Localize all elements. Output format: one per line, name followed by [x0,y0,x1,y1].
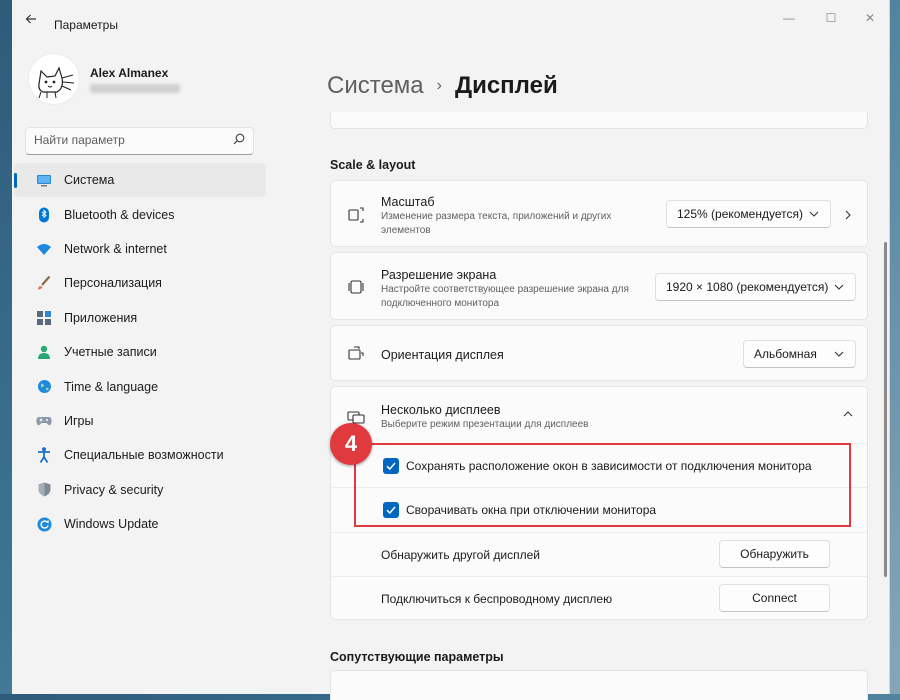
scale-layout-heading: Scale & layout [330,158,416,172]
divider [331,576,867,577]
sidebar-nav: Система Bluetooth & devices Network & in… [14,163,266,541]
scale-description: Изменение размера текста, приложений и д… [381,211,612,236]
page-title: Дисплей [454,72,558,99]
sidebar-item-gaming[interactable]: Игры [14,404,266,438]
detect-display-label: Обнаружить другой дисплей [381,548,540,562]
chevron-right-icon[interactable] [843,209,853,221]
close-button[interactable]: ✕ [855,8,885,28]
sidebar-item-label: Bluetooth & devices [64,207,175,222]
sidebar-item-windows-update[interactable]: Windows Update [14,507,266,541]
apps-icon [36,310,52,326]
chevron-down-icon [834,284,844,290]
resolution-icon [346,277,366,297]
sidebar-item-accessibility[interactable]: Специальные возможности [14,438,266,472]
chevron-up-icon[interactable] [842,409,854,419]
orientation-dropdown[interactable]: Альбомная [743,340,856,368]
resolution-description: Настройте соответствующее разрешение экр… [381,284,629,309]
person-icon [36,344,52,360]
wireless-display-label: Подключиться к беспроводному дисплею [381,592,613,606]
scrollbar[interactable] [884,242,887,577]
search-input[interactable] [34,133,224,147]
back-button[interactable] [20,12,42,32]
connect-button[interactable]: Connect [719,584,830,612]
resolution-dropdown-value: 1920 × 1080 (рекомендуется) [666,280,829,294]
search-box[interactable] [25,127,254,155]
multiple-displays-title: Несколько дисплеев [381,403,501,417]
detect-button[interactable]: Обнаружить [719,540,830,568]
resolution-title: Разрешение экрана [381,268,497,282]
scale-icon [346,205,366,225]
active-indicator [14,173,17,188]
wifi-icon [36,241,52,257]
display-icon [36,172,52,188]
user-name: Alex Almanex [90,66,169,80]
sidebar-item-apps[interactable]: Приложения [14,301,266,335]
sidebar-item-personalization[interactable]: Персонализация [14,266,266,300]
divider [331,532,867,533]
sidebar-item-time-language[interactable]: Time & language [14,369,266,403]
brush-icon [36,275,52,291]
chevron-down-icon [834,351,844,357]
app-title: Параметры [54,18,118,32]
annotation-highlight [354,443,851,527]
sidebar-item-label: Privacy & security [64,482,164,497]
sidebar-item-label: Network & internet [64,241,167,256]
sidebar-item-network[interactable]: Network & internet [14,232,266,266]
search-icon [233,133,245,148]
sidebar-item-label: Игры [64,413,94,428]
scale-dropdown-value: 125% (рекомендуется) [677,207,803,221]
breadcrumb: Система › Дисплей [327,72,558,100]
sidebar-item-accounts[interactable]: Учетные записи [14,335,266,369]
orientation-card: Ориентация дисплея Альбомная [330,325,868,381]
scale-title: Масштаб [381,195,435,209]
sidebar-item-bluetooth[interactable]: Bluetooth & devices [14,197,266,231]
resolution-card: Разрешение экрана Настройте соответствую… [330,252,868,320]
resolution-dropdown[interactable]: 1920 × 1080 (рекомендуется) [655,273,856,301]
maximize-button[interactable]: ☐ [816,8,846,28]
minimize-button[interactable]: — [774,8,804,28]
accessibility-icon [36,447,52,464]
previous-section-card [330,112,868,129]
orientation-dropdown-value: Альбомная [754,347,817,361]
multiple-displays-description: Выберите режим презентации для дисплеев [381,419,589,430]
settings-window: Параметры — ☐ ✕ Alex Almanex Система B [12,0,890,700]
orientation-title: Ориентация дисплея [381,348,504,362]
related-settings-card[interactable] [330,670,868,700]
title-bar: Параметры — ☐ ✕ [12,0,889,40]
gamepad-icon [36,413,52,429]
sidebar-item-label: Персонализация [64,276,162,291]
sidebar-item-label: Time & language [64,379,159,394]
update-icon [36,516,52,532]
breadcrumb-separator: › [436,77,442,94]
back-arrow-icon [25,14,36,24]
cat-avatar-icon [38,66,75,99]
sidebar-item-label: Система [64,173,115,188]
sidebar-item-label: Специальные возможности [64,448,224,463]
annotation-badge: 4 [330,423,372,465]
breadcrumb-parent[interactable]: Система [327,72,424,100]
globe-icon [36,379,52,395]
avatar[interactable] [28,53,80,105]
related-settings-heading: Сопутствующие параметры [330,650,504,664]
sidebar-item-system[interactable]: Система [14,163,266,198]
user-email-blurred [90,84,180,93]
chevron-down-icon [809,211,819,217]
sidebar-item-label: Приложения [64,310,138,325]
sidebar-item-label: Windows Update [64,517,159,532]
scale-card[interactable]: Масштаб Изменение размера текста, прилож… [330,180,868,247]
sidebar-item-privacy[interactable]: Privacy & security [14,473,266,507]
scale-dropdown[interactable]: 125% (рекомендуется) [666,200,831,228]
sidebar-item-label: Учетные записи [64,345,157,360]
bluetooth-icon [36,207,52,223]
orientation-icon [346,344,366,364]
shield-icon [36,482,52,498]
